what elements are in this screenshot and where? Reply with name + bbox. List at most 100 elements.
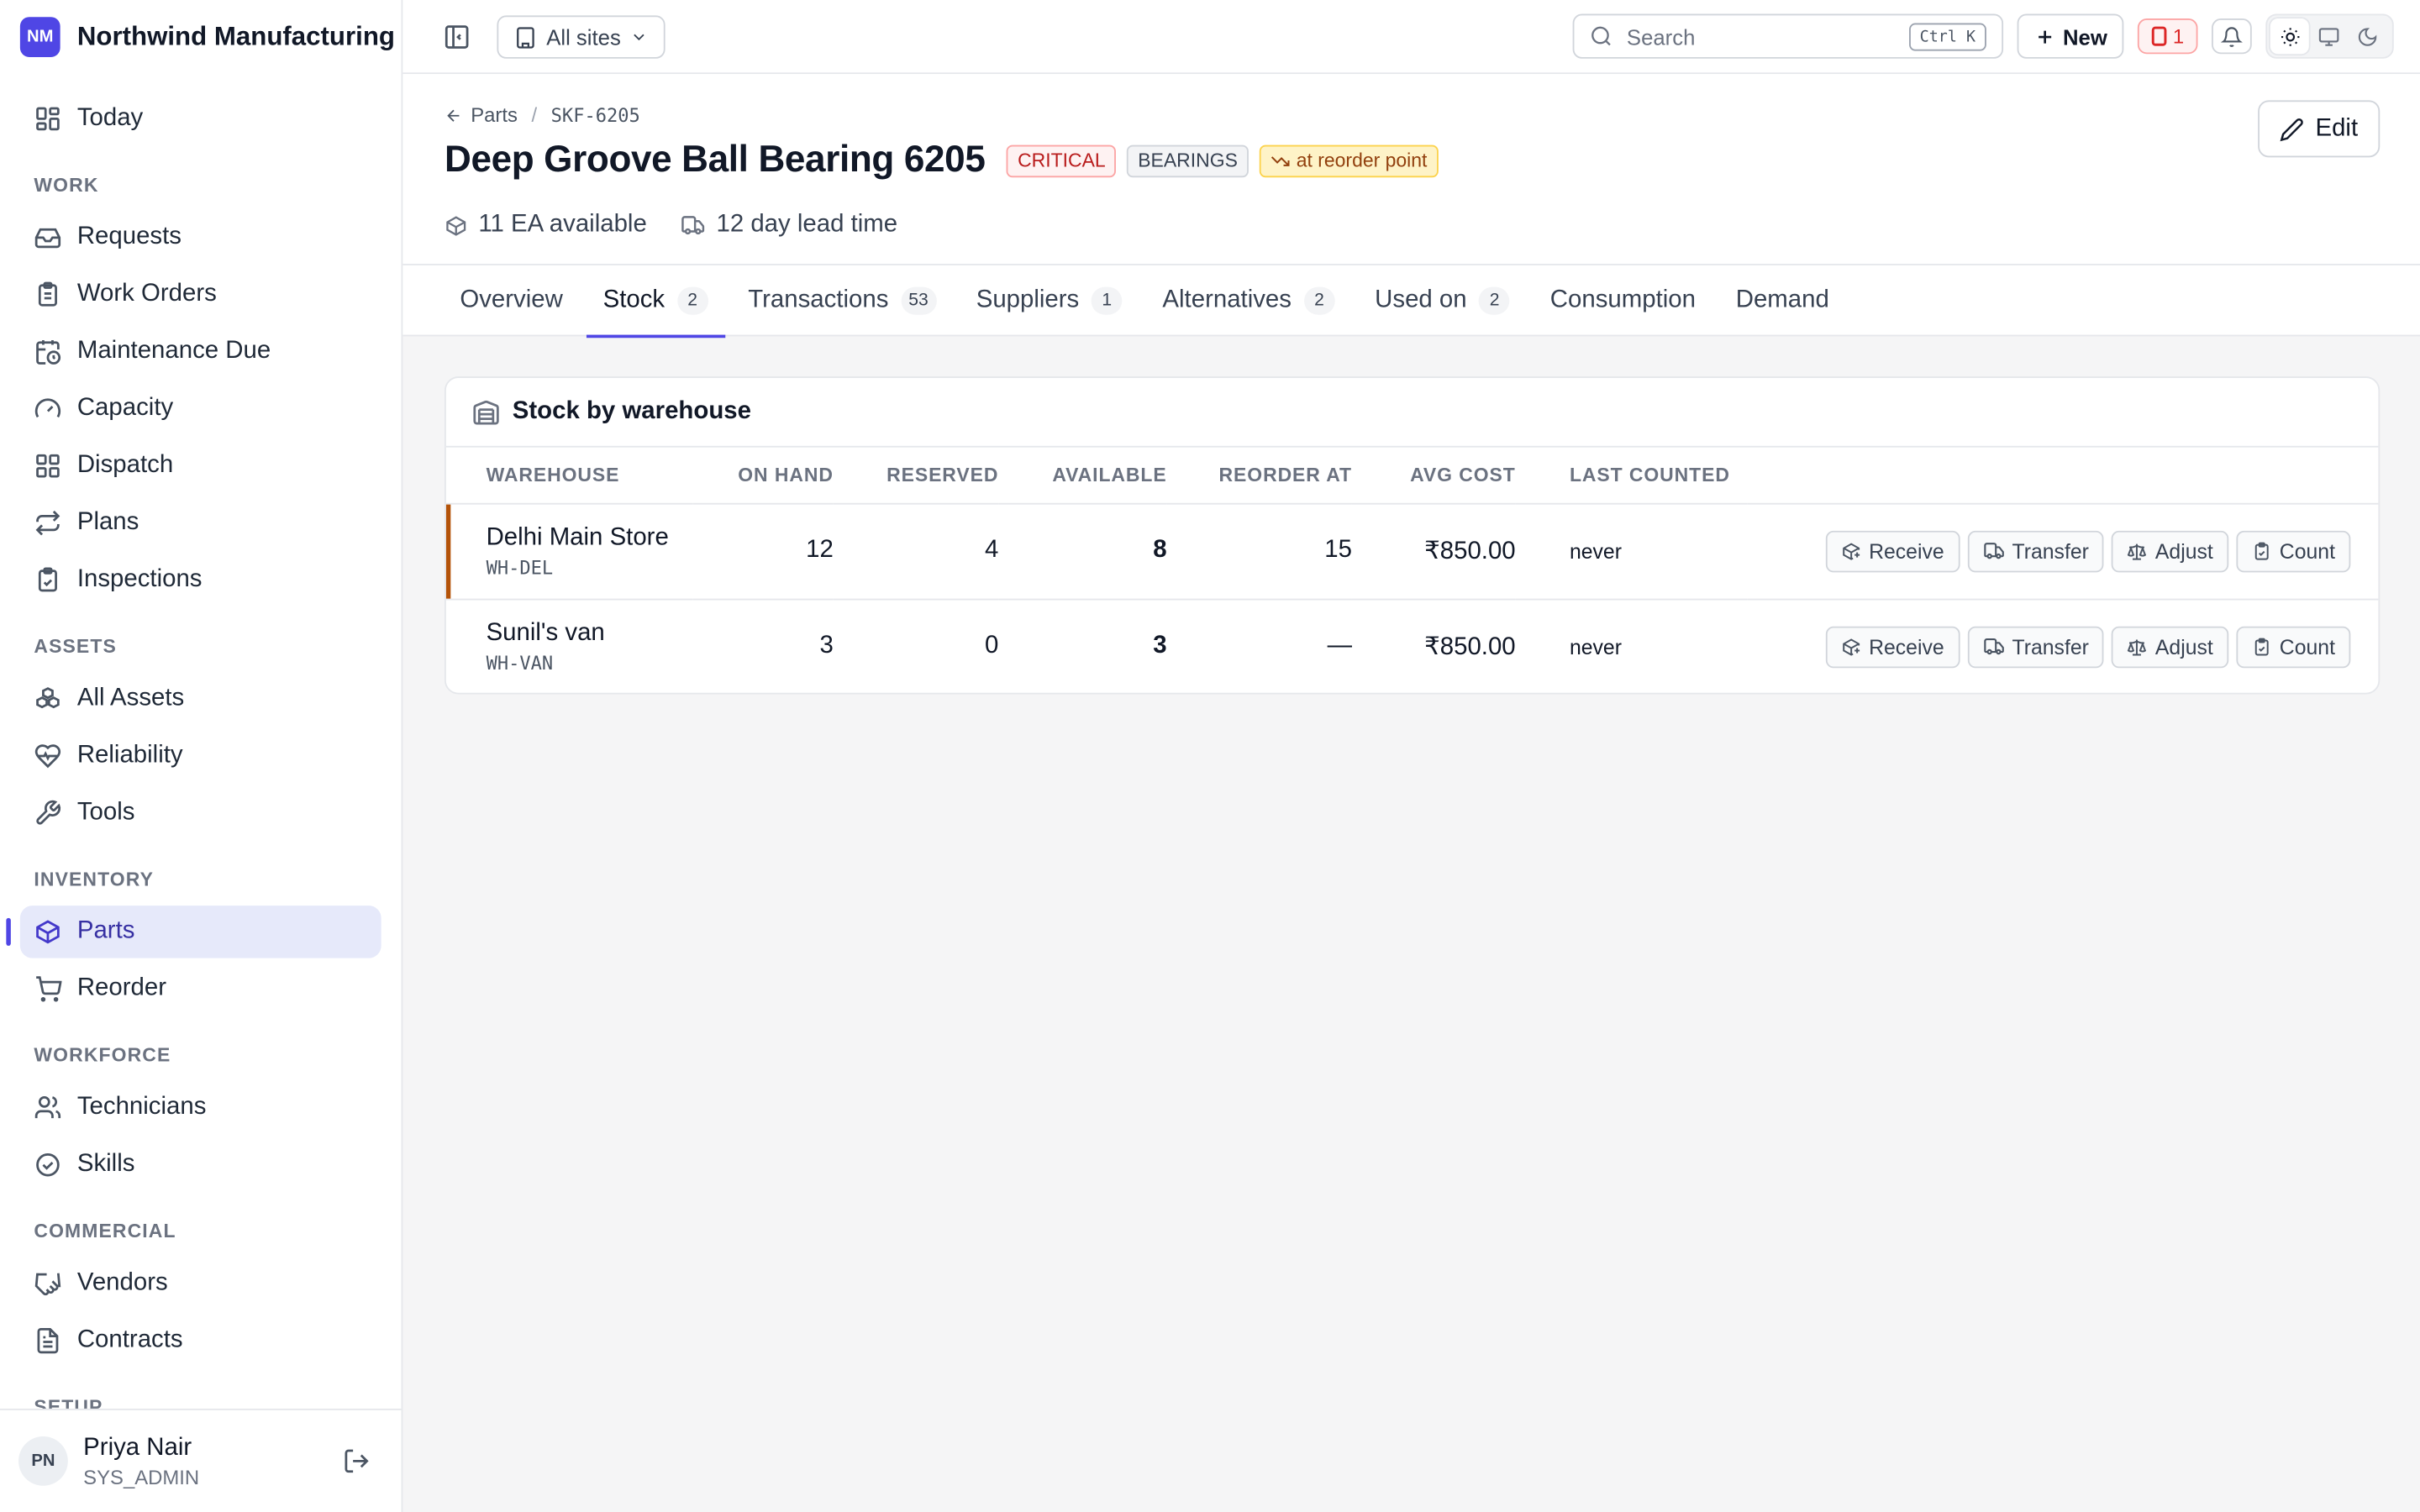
tab-alternatives[interactable]: Alternatives 2 xyxy=(1145,265,1351,336)
lead-time: 12 day lead time xyxy=(716,211,898,238)
theme-switcher xyxy=(2265,13,2394,59)
receive-button[interactable]: Receive xyxy=(1825,529,1960,572)
count-button[interactable]: Count xyxy=(2236,626,2351,668)
sidebar-item-technicians[interactable]: Technicians xyxy=(20,1082,381,1134)
user-role: SYS_ADMIN xyxy=(83,1464,200,1488)
tab-used-on[interactable]: Used on 2 xyxy=(1358,265,1527,336)
sidebar-item-maintenance-due[interactable]: Maintenance Due xyxy=(20,326,381,378)
wrench-icon xyxy=(34,799,61,827)
sidebar-item-inspections[interactable]: Inspections xyxy=(20,554,381,606)
brand-logo: NM xyxy=(19,16,60,57)
count-button[interactable]: Count xyxy=(2236,529,2351,572)
breadcrumb-current: SKF-6205 xyxy=(550,103,640,126)
new-button[interactable]: New xyxy=(2017,13,2124,59)
adjust-label: Adjust xyxy=(2154,635,2213,659)
warehouse-name[interactable]: Delhi Main Store xyxy=(487,524,693,552)
column-header-reserved[interactable]: RESERVED xyxy=(833,447,999,504)
tab-count: 53 xyxy=(901,286,936,315)
tab-stock[interactable]: Stock 2 xyxy=(586,265,725,339)
logout-icon[interactable] xyxy=(343,1447,371,1475)
edit-button[interactable]: Edit xyxy=(2258,100,2381,158)
cart-icon xyxy=(34,975,62,1003)
sidebar-item-label: Dispatch xyxy=(76,452,174,479)
available-cell: 3 xyxy=(1153,633,1167,659)
column-header-warehouse[interactable]: WAREHOUSE xyxy=(445,447,693,504)
sidebar-item-all-assets[interactable]: All Assets xyxy=(20,673,381,725)
reorder-status-badge: at reorder point xyxy=(1259,144,1439,177)
sidebar-item-reorder[interactable]: Reorder xyxy=(20,963,381,1015)
inbox-icon xyxy=(34,223,61,251)
tab-overview[interactable]: Overview xyxy=(443,265,580,336)
sidebar-item-tools[interactable]: Tools xyxy=(20,787,381,839)
search-box[interactable]: Ctrl K xyxy=(1572,13,2004,59)
transfer-button[interactable]: Transfer xyxy=(1967,529,2105,572)
collapse-sidebar-button[interactable] xyxy=(441,22,472,53)
column-header-avg-cost[interactable]: AVG COST xyxy=(1351,447,1516,504)
table-row: Sunil's van WH-VAN 3 0 3 — ₹850.00 never… xyxy=(446,599,2379,693)
sidebar-item-parts[interactable]: Parts xyxy=(6,906,381,958)
tab-transactions[interactable]: Transactions 53 xyxy=(731,265,953,336)
user-name: Priya Nair xyxy=(83,1434,192,1461)
warehouse-name[interactable]: Sunil's van xyxy=(487,620,693,648)
sidebar-item-work-orders[interactable]: Work Orders xyxy=(20,269,381,321)
theme-light-button[interactable] xyxy=(2270,18,2309,55)
tab-label: Consumption xyxy=(1549,286,1696,313)
sidebar-item-label: Capacity xyxy=(76,395,174,422)
reorder-at-cell: — xyxy=(1327,633,1352,659)
search-input[interactable] xyxy=(1626,24,1874,49)
monitor-icon xyxy=(2317,27,2338,45)
truck-icon xyxy=(681,216,705,235)
edit-button-label: Edit xyxy=(2315,114,2359,142)
tab-label: Transactions xyxy=(748,286,889,313)
sidebar-item-today[interactable]: Today xyxy=(20,92,381,144)
tab-demand[interactable]: Demand xyxy=(1719,265,1847,336)
tab-label: Suppliers xyxy=(976,286,1080,313)
plus-icon xyxy=(2038,29,2051,43)
last-counted-cell: never xyxy=(1515,502,1748,600)
site-selector[interactable]: All sites xyxy=(497,15,666,59)
gauge-icon xyxy=(34,395,61,423)
alert-count: 1 xyxy=(2172,24,2185,48)
theme-system-button[interactable] xyxy=(2309,18,2348,54)
column-header-last-counted[interactable]: LAST COUNTED xyxy=(1515,447,1748,504)
clipboard-list-icon xyxy=(34,281,61,308)
adjust-button[interactable]: Adjust xyxy=(2112,529,2229,572)
sidebar-item-label: Work Orders xyxy=(76,281,217,307)
sidebar-item-label: Vendors xyxy=(76,1269,168,1296)
clipboard-check-icon xyxy=(34,566,61,594)
truck-icon xyxy=(1983,543,2004,559)
sidebar-item-label: Parts xyxy=(76,917,135,945)
tab-consumption[interactable]: Consumption xyxy=(1534,265,1713,336)
theme-dark-button[interactable] xyxy=(2348,18,2386,54)
column-header-available[interactable]: AVAILABLE xyxy=(998,447,1167,504)
sidebar-item-reliability[interactable]: Reliability xyxy=(20,730,381,782)
column-header-on-hand[interactable]: ON HAND xyxy=(692,447,834,504)
sidebar-item-vendors[interactable]: Vendors xyxy=(20,1257,381,1310)
user-profile[interactable]: PN Priya Nair SYS_ADMIN xyxy=(0,1408,402,1512)
transfer-label: Transfer xyxy=(2012,635,2089,659)
avg-cost-cell: ₹850.00 xyxy=(1424,634,1516,661)
sidebar-item-contracts[interactable]: Contracts xyxy=(20,1315,381,1367)
transfer-button[interactable]: Transfer xyxy=(1967,626,2105,668)
available-quantity: 11 EA available xyxy=(478,211,647,238)
scale-icon xyxy=(2128,639,2147,655)
column-header-reorder-at[interactable]: REORDER AT xyxy=(1166,447,1352,504)
breadcrumb-parts-link[interactable]: Parts xyxy=(471,103,518,127)
adjust-button[interactable]: Adjust xyxy=(2112,626,2229,668)
alerts-button[interactable]: 1 xyxy=(2137,18,2198,55)
sidebar-item-capacity[interactable]: Capacity xyxy=(20,383,381,435)
brand[interactable]: NM Northwind Manufacturing xyxy=(0,0,402,72)
moon-icon xyxy=(2357,27,2376,45)
notifications-button[interactable] xyxy=(2212,18,2252,55)
receive-button[interactable]: Receive xyxy=(1825,626,1960,668)
page-title: Deep Groove Ball Bearing 6205 xyxy=(444,139,986,181)
sidebar-item-requests[interactable]: Requests xyxy=(20,212,381,264)
package-plus-icon xyxy=(1843,542,1860,559)
sidebar-item-label: Requests xyxy=(76,223,182,250)
sidebar-item-dispatch[interactable]: Dispatch xyxy=(20,439,381,491)
tab-suppliers[interactable]: Suppliers 1 xyxy=(960,265,1139,336)
sidebar-item-skills[interactable]: Skills xyxy=(20,1139,381,1191)
reorder-status-label: at reorder point xyxy=(1296,150,1428,171)
sidebar-item-plans[interactable]: Plans xyxy=(20,496,381,549)
users-icon xyxy=(34,1094,61,1121)
